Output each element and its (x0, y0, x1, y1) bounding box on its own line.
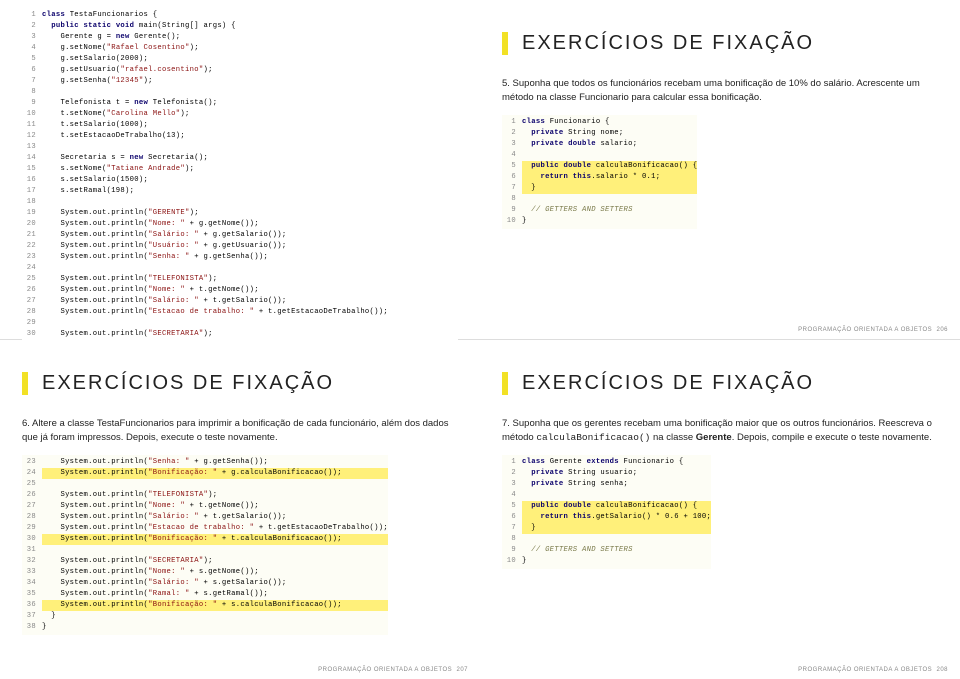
slide-footer: PROGRAMAÇÃO ORIENTADA A OBJETOS 207 (318, 667, 468, 673)
slide-footer: PROGRAMAÇÃO ORIENTADA A OBJETOS 206 (798, 327, 948, 333)
slide-heading: EXERCÍCIOS DE FIXAÇÃO (502, 32, 938, 55)
code-block-tl: 1class TestaFuncionarios {2 public stati… (22, 10, 458, 395)
slide-bottom-left: EXERCÍCIOS DE FIXAÇÃO 6. Altere a classe… (0, 340, 480, 679)
exercise-text-7: 7. Suponha que os gerentes recebam uma b… (502, 417, 938, 445)
slide-bottom-right: EXERCÍCIOS DE FIXAÇÃO 7. Suponha que os … (480, 340, 960, 679)
slide-top-right: EXERCÍCIOS DE FIXAÇÃO 5. Suponha que tod… (480, 0, 960, 339)
exercise-text-5: 5. Suponha que todos os funcionários rec… (502, 77, 938, 105)
slide-heading: EXERCÍCIOS DE FIXAÇÃO (22, 372, 458, 395)
exercise-text-6: 6. Altere a classe TestaFuncionarios par… (22, 417, 458, 445)
code-block-tr: 1class Funcionario {2 private String nom… (502, 115, 697, 229)
slide-heading: EXERCÍCIOS DE FIXAÇÃO (502, 372, 938, 395)
slide-footer: PROGRAMAÇÃO ORIENTADA A OBJETOS 208 (798, 667, 948, 673)
code-block-bl: 23 System.out.println("Senha: " + g.getS… (22, 455, 388, 635)
code-block-br: 1class Gerente extends Funcionario {2 pr… (502, 455, 711, 569)
slide-top-left: 1class TestaFuncionarios {2 public stati… (0, 0, 480, 339)
